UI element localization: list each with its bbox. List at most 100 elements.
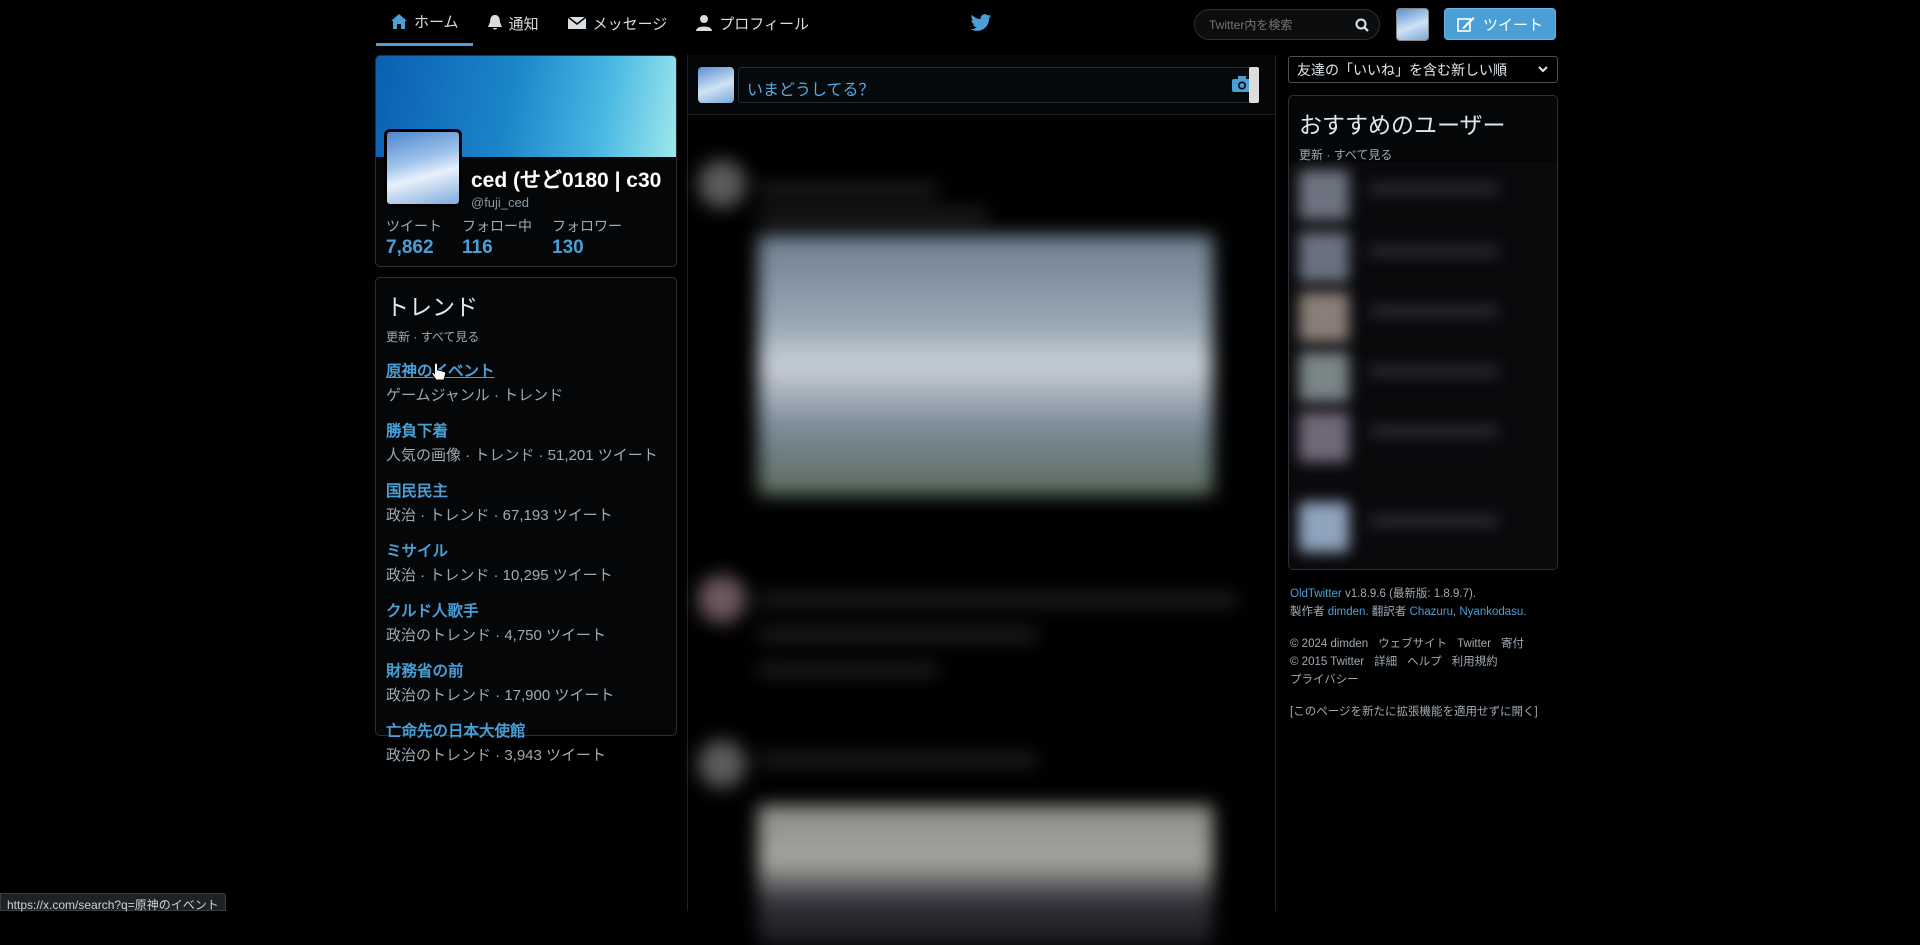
trends-refresh-link[interactable]: 更新: [386, 330, 410, 344]
nav-home[interactable]: ホーム: [376, 0, 473, 46]
suggested-user[interactable]: [1299, 412, 1499, 462]
footer-privacy-link[interactable]: プライバシー: [1290, 671, 1359, 689]
trend-link[interactable]: 財務省の前: [386, 659, 464, 681]
suggested-user-name-placeholder: [1369, 366, 1499, 376]
home-icon: [391, 13, 407, 29]
hand-cursor-icon: [431, 362, 447, 381]
sort-select-value: 友達の「いいね」を含む新しい順: [1297, 61, 1507, 78]
trend-item: ミサイル 政治 · トレンド · 10,295 ツイート: [386, 539, 666, 585]
trend-item: 勝負下着 人気の画像 · トレンド · 51,201 ツイート: [386, 419, 666, 465]
stat-label: フォロー中: [462, 218, 532, 234]
trend-item: 亡命先の日本大使館 政治のトレンド · 3,943 ツイート: [386, 719, 666, 765]
profile-stats: ツイート 7,862 フォロー中 116 フォロワー 130: [386, 216, 642, 259]
oldtwitter-link[interactable]: OldTwitter: [1290, 588, 1342, 600]
profile-avatar[interactable]: [384, 129, 462, 207]
footer-links-row: © 2024 dimden ウェブサイト Twitter 寄付: [1290, 635, 1570, 653]
made-by-text: 製作者: [1290, 606, 1328, 618]
copyright-dimden: © 2024 dimden: [1290, 638, 1369, 650]
search-box[interactable]: [1194, 9, 1380, 40]
chevron-down-icon: [1538, 66, 1548, 73]
stat-value: 130: [552, 237, 584, 258]
trends-title: トレンド: [386, 294, 478, 320]
suggested-user[interactable]: [1299, 170, 1499, 220]
tweet-button[interactable]: ツイート: [1444, 8, 1556, 40]
timeline-sort-select[interactable]: 友達の「いいね」を含む新しい順: [1288, 56, 1558, 83]
trend-link[interactable]: クルド人歌手: [386, 599, 479, 621]
suggested-user-avatar: [1299, 292, 1349, 342]
suggested-user[interactable]: [1299, 292, 1499, 342]
author-link[interactable]: dimden: [1328, 606, 1366, 618]
nav-notifications[interactable]: 通知: [473, 0, 553, 46]
trend-link[interactable]: 国民民主: [386, 479, 448, 501]
trend-meta: 政治のトレンド · 4,750 ツイート: [386, 627, 607, 644]
trend-item: 財務省の前 政治のトレンド · 17,900 ツイート: [386, 659, 666, 705]
trend-link[interactable]: ミサイル: [386, 539, 448, 561]
footer-twitter-link[interactable]: Twitter: [1457, 635, 1491, 653]
nav-profile[interactable]: プロフィール: [681, 0, 823, 46]
suggested-refresh-link[interactable]: 更新: [1299, 148, 1323, 162]
suggested-user-avatar: [1299, 502, 1349, 552]
footer-details-link[interactable]: 詳細: [1374, 653, 1397, 671]
suggested-user-avatar: [1299, 232, 1349, 282]
stat-tweets[interactable]: ツイート 7,862: [386, 216, 442, 259]
translator-link[interactable]: Chazuru: [1410, 606, 1453, 618]
stat-value: 7,862: [386, 237, 434, 258]
nav-profile-label: プロフィール: [719, 15, 809, 33]
trends-panel: トレンド 更新 · すべて見る 原神のイベント ゲームジャンル · トレンド 勝…: [375, 277, 677, 764]
browser-status-url: https://x.com/search?q=原神のイベント: [0, 893, 226, 912]
stat-following[interactable]: フォロー中 116: [462, 216, 532, 259]
stat-value: 116: [462, 237, 493, 258]
trend-meta: 政治 · トレンド · 10,295 ツイート: [386, 567, 613, 584]
footer-terms-link[interactable]: 利用規約: [1452, 653, 1498, 671]
tweet-avatar[interactable]: [698, 740, 746, 788]
footer-links-row: © 2015 Twitter 詳細 ヘルプ 利用規約: [1290, 653, 1570, 671]
search-input[interactable]: [1195, 17, 1345, 32]
trend-link[interactable]: 勝負下着: [386, 419, 448, 441]
separator: ·: [1326, 148, 1331, 162]
suggested-see-all-link[interactable]: すべて見る: [1334, 148, 1393, 162]
main-nav: ホーム 通知 メッセージ プロフィール: [376, 0, 823, 46]
trend-meta: 政治のトレンド · 17,900 ツイート: [386, 687, 615, 704]
separator: ·: [413, 330, 418, 344]
profile-handle[interactable]: @fuji_ced: [471, 195, 529, 210]
suggested-user[interactable]: [1299, 352, 1499, 402]
stat-followers[interactable]: フォロワー 130: [552, 216, 622, 259]
translator-link[interactable]: Nyankodasu: [1459, 606, 1523, 618]
suggested-user[interactable]: [1299, 232, 1499, 282]
account-avatar[interactable]: [1396, 8, 1429, 41]
footer-help-link[interactable]: ヘルプ: [1407, 653, 1442, 671]
nav-messages-label: メッセージ: [592, 15, 668, 33]
translated-by-text: . 翻訳者: [1365, 606, 1410, 618]
tweet-image[interactable]: [758, 805, 1213, 945]
twitter-bird-icon[interactable]: [970, 13, 992, 33]
footer-website-link[interactable]: ウェブサイト: [1378, 635, 1447, 653]
open-without-extension-link[interactable]: [このページを新たに拡張機能を適用せずに開く]: [1290, 703, 1570, 721]
suggested-user-name-placeholder: [1369, 306, 1499, 316]
trend-item: クルド人歌手 政治のトレンド · 4,750 ツイート: [386, 599, 666, 645]
trend-item: 国民民主 政治 · トレンド · 67,193 ツイート: [386, 479, 666, 525]
trend-link[interactable]: 亡命先の日本大使館: [386, 719, 526, 741]
bell-icon: [487, 15, 502, 30]
tweet-text-placeholder: [758, 755, 1038, 765]
footer: OldTwitter v1.8.9.6 (最新版: 1.8.9.7). 製作者 …: [1290, 585, 1570, 721]
trend-meta: 政治のトレンド · 3,943 ツイート: [386, 747, 607, 764]
timeline-column: いまどうしてる？: [687, 55, 1277, 945]
profile-name[interactable]: ced (せど0180 | c30: [471, 164, 673, 194]
suggested-user-avatar: [1299, 412, 1349, 462]
suggested-user[interactable]: [1299, 502, 1499, 552]
nav-messages[interactable]: メッセージ: [553, 0, 682, 46]
version-text: v1.8.9.6 (最新版: 1.8.9.7).: [1341, 588, 1476, 600]
suggested-user-name-placeholder: [1369, 516, 1499, 526]
trends-see-all-link[interactable]: すべて見る: [421, 330, 480, 344]
nav-home-label: ホーム: [414, 14, 459, 31]
suggested-users-title: おすすめのユーザー: [1299, 112, 1506, 138]
timeline-tweet[interactable]: [688, 55, 1277, 945]
tweet-button-label: ツイート: [1482, 16, 1543, 34]
trends-actions: 更新 · すべて見る: [386, 328, 666, 345]
suggested-users-list: [1289, 162, 1557, 569]
search-icon[interactable]: [1355, 18, 1369, 32]
footer-donate-link[interactable]: 寄付: [1501, 635, 1524, 653]
footer-links-row: プライバシー: [1290, 671, 1570, 689]
profile-card: ced (せど0180 | c30 @fuji_ced ツイート 7,862 フ…: [375, 55, 677, 267]
trend-meta: 政治 · トレンド · 67,193 ツイート: [386, 507, 613, 524]
